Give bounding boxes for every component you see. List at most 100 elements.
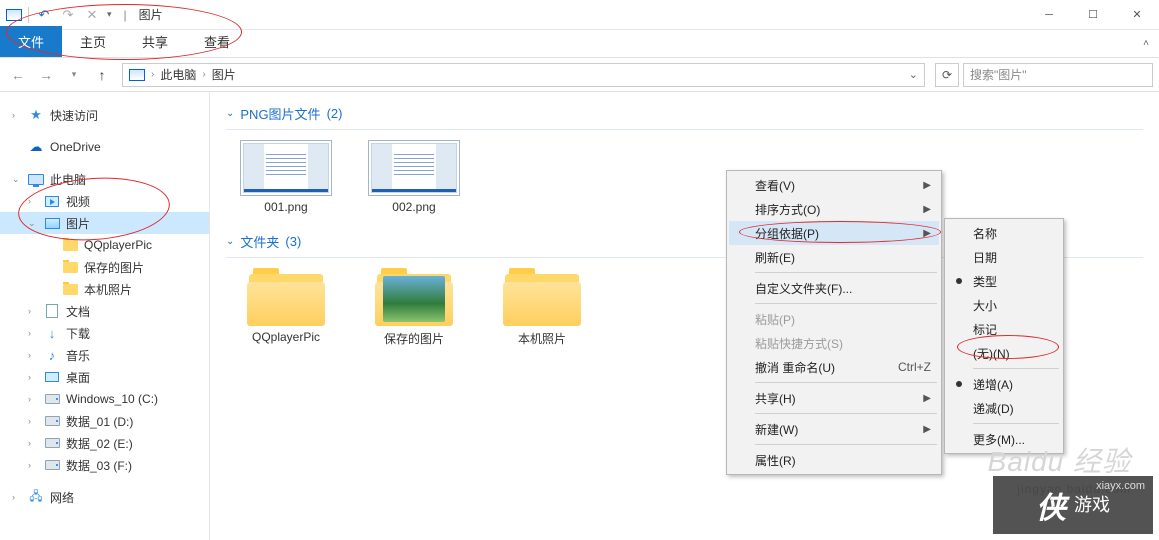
menu-item-label: 自定义文件夹(F)... <box>755 280 852 297</box>
nav-recent-icon[interactable]: ▾ <box>62 63 86 87</box>
menu-item[interactable]: 递减(D) <box>947 396 1061 420</box>
menu-separator <box>973 423 1059 424</box>
nav-pic-child[interactable]: 保存的图片 <box>0 256 209 278</box>
submenu-arrow-icon: ▶ <box>923 204 931 215</box>
menu-item-label: 递增(A) <box>973 376 1013 393</box>
maximize-button[interactable]: ☐ <box>1071 0 1115 29</box>
submenu-arrow-icon: ▶ <box>923 180 931 191</box>
breadcrumb[interactable]: 此电脑 <box>160 66 196 83</box>
menu-item-label: 新建(W) <box>755 421 798 438</box>
qat-delete-icon[interactable]: ✕ <box>83 6 101 24</box>
menu-item-label: 排序方式(O) <box>755 201 820 218</box>
menu-item[interactable]: 更多(M)... <box>947 427 1061 451</box>
menu-item-label: 标记 <box>973 321 997 338</box>
close-button[interactable]: ✕ <box>1115 0 1159 29</box>
group-header[interactable]: ⌄ PNG图片文件 (2) <box>226 104 1143 123</box>
nav-onedrive[interactable]: ☁OneDrive <box>0 136 209 158</box>
title-separator: | <box>124 8 127 22</box>
undo-icon[interactable]: ↶ <box>35 6 53 24</box>
menu-item[interactable]: 排序方式(O) ▶ <box>729 197 939 221</box>
menu-item-label: 类型 <box>973 273 997 290</box>
file-item[interactable]: 002.png <box>366 140 462 214</box>
folder-icon <box>375 268 453 326</box>
menu-item[interactable]: 属性(R) <box>729 448 939 472</box>
tab-home[interactable]: 主页 <box>62 26 124 57</box>
minimize-button[interactable]: ─ <box>1027 0 1071 29</box>
menu-item[interactable]: 新建(W)▶ <box>729 417 939 441</box>
nav-quick-access[interactable]: ›★快速访问 <box>0 104 209 126</box>
search-input[interactable]: 搜索"图片" <box>963 63 1153 87</box>
nav-drive[interactable]: ›数据_01 (D:) <box>0 410 209 432</box>
bullet-icon <box>956 381 962 387</box>
nav-back-button[interactable]: ← <box>6 63 30 87</box>
ribbon-collapse-icon[interactable]: ˄ <box>1143 38 1149 49</box>
menu-item-label: 更多(M)... <box>973 431 1025 448</box>
folder-icon <box>247 268 325 326</box>
folder-item[interactable]: 保存的图片 <box>366 268 462 347</box>
file-label: 002.png <box>392 200 435 214</box>
nav-fwd-button[interactable]: → <box>34 63 58 87</box>
nav-pictures[interactable]: ⌄图片 <box>0 212 209 234</box>
menu-item[interactable]: 递增(A) <box>947 372 1061 396</box>
file-tab[interactable]: 文件 <box>0 26 62 57</box>
menu-item-label: 大小 <box>973 297 997 314</box>
nav-up-button[interactable]: ↑ <box>90 63 114 87</box>
chevron-down-icon[interactable]: ⌄ <box>909 68 918 81</box>
location-icon <box>129 69 145 81</box>
menu-separator <box>973 368 1059 369</box>
menu-shortcut: Ctrl+Z <box>898 360 931 374</box>
breadcrumb[interactable]: 图片 <box>212 66 236 83</box>
chevron-right-icon[interactable]: › <box>151 69 154 80</box>
folder-item[interactable]: 本机照片 <box>494 268 590 347</box>
nav-desktop[interactable]: ›桌面 <box>0 366 209 388</box>
nav-videos[interactable]: ›视频 <box>0 190 209 212</box>
menu-item[interactable]: 日期 <box>947 245 1061 269</box>
nav-pic-child[interactable]: QQplayerPic <box>0 234 209 256</box>
qat-dropdown-icon[interactable]: ▾ <box>107 9 112 20</box>
menu-item-label: 共享(H) <box>755 390 796 407</box>
menu-item[interactable]: 自定义文件夹(F)... <box>729 276 939 300</box>
chevron-down-icon[interactable]: ⌄ <box>226 236 234 247</box>
chevron-right-icon[interactable]: › <box>202 69 205 80</box>
menu-item[interactable]: 撤消 重命名(U)Ctrl+Z <box>729 355 939 379</box>
address-row: ← → ▾ ↑ › 此电脑 › 图片 ⌄ ⟳ 搜索"图片" <box>0 58 1159 92</box>
file-item[interactable]: 001.png <box>238 140 334 214</box>
tab-view[interactable]: 查看 <box>186 26 248 57</box>
menu-item[interactable]: 类型 <box>947 269 1061 293</box>
nav-this-pc[interactable]: ⌄此电脑 <box>0 168 209 190</box>
menu-item-label: (无)(N) <box>973 345 1010 362</box>
nav-music[interactable]: ›♪音乐 <box>0 344 209 366</box>
nav-drive[interactable]: ›数据_03 (F:) <box>0 454 209 476</box>
menu-item[interactable]: (无)(N) <box>947 341 1061 365</box>
file-thumbnail <box>368 140 460 196</box>
menu-separator <box>755 413 937 414</box>
menu-item[interactable]: 共享(H)▶ <box>729 386 939 410</box>
context-menu: 查看(V)▶ 排序方式(O) ▶ 分组依据(P)▶刷新(E) 自定义文件夹(F)... 粘… <box>726 170 942 475</box>
menu-item[interactable]: 名称 <box>947 221 1061 245</box>
context-submenu: 名称日期类型大小标记 (无)(N) 递增(A) 递减(D) 更多(M)... <box>944 218 1064 454</box>
menu-item[interactable]: 大小 <box>947 293 1061 317</box>
folder-label: 本机照片 <box>518 330 566 347</box>
menu-item[interactable]: 分组依据(P)▶ <box>729 221 939 245</box>
menu-item-label: 递减(D) <box>973 400 1014 417</box>
nav-drive[interactable]: ›数据_02 (E:) <box>0 432 209 454</box>
menu-item-label: 粘贴快捷方式(S) <box>755 335 843 352</box>
nav-pic-child[interactable]: 本机照片 <box>0 278 209 300</box>
folder-item[interactable]: QQplayerPic <box>238 268 334 347</box>
redo-icon[interactable]: ↷ <box>59 6 77 24</box>
nav-network[interactable]: ›🖧网络 <box>0 486 209 508</box>
menu-separator <box>755 303 937 304</box>
tab-share[interactable]: 共享 <box>124 26 186 57</box>
refresh-button[interactable]: ⟳ <box>935 63 959 87</box>
ribbon-tabs: 文件 主页 共享 查看 ˄ <box>0 30 1159 58</box>
window-title: 图片 <box>139 6 163 23</box>
menu-item[interactable]: 标记 <box>947 317 1061 341</box>
folder-label: QQplayerPic <box>252 330 320 344</box>
menu-item[interactable]: 查看(V)▶ <box>729 173 939 197</box>
nav-documents[interactable]: ›文档 <box>0 300 209 322</box>
nav-downloads[interactable]: ›↓下载 <box>0 322 209 344</box>
address-bar[interactable]: › 此电脑 › 图片 ⌄ <box>122 63 925 87</box>
menu-item[interactable]: 刷新(E) <box>729 245 939 269</box>
chevron-down-icon[interactable]: ⌄ <box>226 108 234 119</box>
nav-drive[interactable]: ›Windows_10 (C:) <box>0 388 209 410</box>
